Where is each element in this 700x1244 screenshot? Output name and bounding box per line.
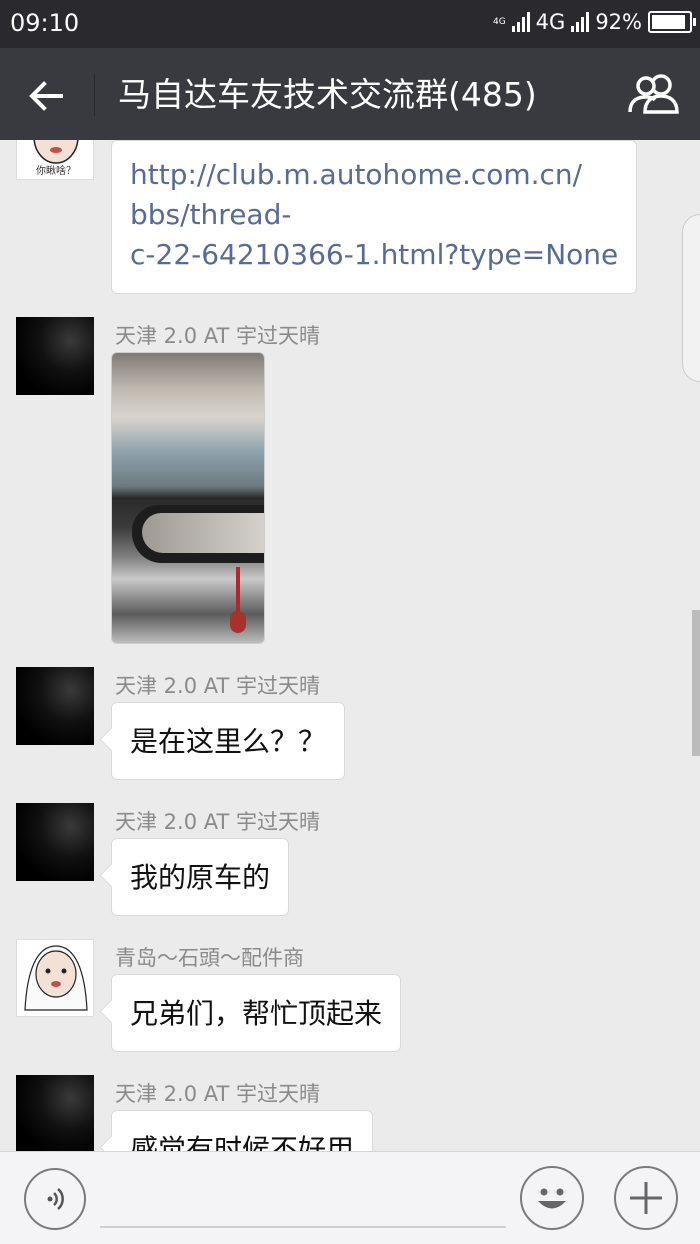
scrollbar[interactable] — [692, 610, 700, 756]
message-bubble[interactable]: 我的原车的 — [111, 838, 290, 916]
avatar[interactable] — [16, 667, 94, 745]
message-link-text[interactable]: http://club.m.autohome.com.cn/ — [130, 155, 618, 195]
message-link-text[interactable]: bbs/thread- — [130, 195, 618, 235]
arrow-left-icon — [29, 81, 63, 111]
status-bar: 09:10 4G 4G 92% — [0, 0, 700, 48]
sender-name: 天津 2.0 AT 宇过天晴 — [115, 324, 320, 348]
chat-title: 马自达车友技术交流群(485) — [118, 75, 537, 114]
avatar[interactable] — [16, 803, 94, 881]
signal-icon — [511, 12, 530, 32]
sender-name: 天津 2.0 AT 宇过天晴 — [115, 810, 320, 834]
message-bubble[interactable]: 是在这里么？？ — [111, 702, 346, 780]
avatar[interactable] — [16, 317, 94, 395]
link-message-bubble[interactable]: http://club.m.autohome.com.cn/ bbs/threa… — [111, 140, 638, 294]
signal-icon-2 — [571, 12, 590, 32]
input-bar — [0, 1151, 700, 1244]
message-link-text[interactable]: c-22-64210366-1.html?type=None — [130, 235, 618, 275]
group-members-button[interactable] — [626, 68, 682, 120]
message-bubble[interactable]: 兄弟们，帮忙顶起来 — [111, 974, 402, 1052]
battery-icon — [648, 11, 696, 33]
battery-percentage: 92% — [595, 10, 642, 34]
avatar[interactable] — [16, 1075, 94, 1151]
avatar[interactable] — [16, 939, 94, 1017]
network-label: 4G — [535, 10, 566, 34]
baby-avatar-icon — [24, 945, 88, 1011]
mirror-glass-shape — [142, 513, 264, 553]
secondary-network-label: 4G — [492, 16, 506, 27]
side-drawer-handle[interactable] — [682, 214, 700, 382]
sender-name: 天津 2.0 AT 宇过天晴 — [115, 674, 320, 698]
voice-button[interactable] — [24, 1168, 86, 1230]
message-bubble[interactable]: 感觉有时候不好用 — [111, 1110, 374, 1151]
back-button[interactable] — [22, 72, 70, 120]
emoji-smile-icon — [538, 1188, 566, 1209]
plus-button[interactable] — [614, 1166, 678, 1230]
emoji-button[interactable] — [520, 1166, 584, 1230]
sender-name: 天津 2.0 AT 宇过天晴 — [115, 1082, 320, 1106]
message-input[interactable] — [100, 1172, 506, 1228]
pendant-shape — [236, 567, 240, 615]
message-list[interactable]: http://club.m.autohome.com.cn/ bbs/threa… — [0, 140, 700, 1151]
header-divider — [94, 74, 95, 116]
chat-header: 马自达车友技术交流群(485) — [0, 48, 700, 140]
voice-icon — [47, 1188, 64, 1210]
image-message[interactable] — [111, 352, 265, 644]
group-members-icon — [628, 74, 679, 114]
status-indicators: 4G 4G 92% — [492, 10, 696, 34]
sender-name: 青岛～石頭～配件商 — [115, 946, 304, 970]
avatar-caption: 你瞅啥？ — [36, 166, 76, 177]
status-time: 09:10 — [10, 9, 80, 37]
plus-icon — [630, 1182, 662, 1214]
pendant-bead-shape — [230, 611, 246, 633]
